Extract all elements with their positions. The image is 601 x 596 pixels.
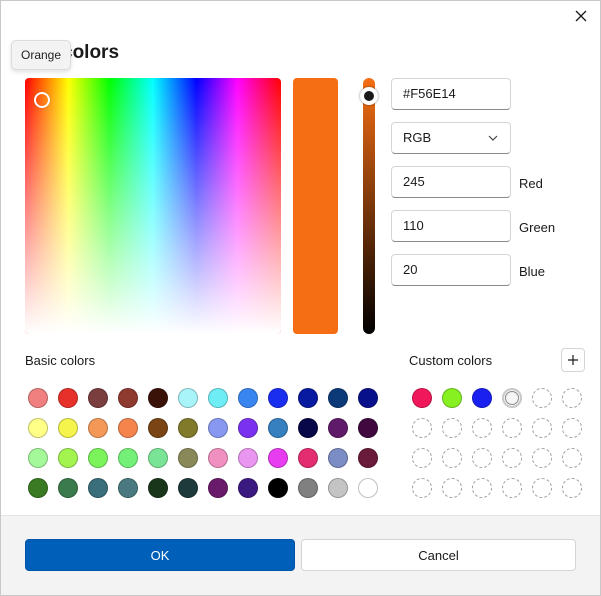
value-slider[interactable] (363, 78, 375, 334)
green-input[interactable]: 110 (391, 210, 511, 242)
custom-color-slot-selected[interactable] (502, 388, 522, 408)
basic-color-swatch[interactable] (58, 388, 78, 408)
basic-color-swatch[interactable] (238, 478, 258, 498)
custom-colors-label: Custom colors (409, 353, 493, 368)
spectrum-selector-handle[interactable] (34, 92, 50, 108)
basic-color-swatch[interactable] (298, 478, 318, 498)
basic-color-swatch[interactable] (88, 478, 108, 498)
basic-color-swatch[interactable] (298, 388, 318, 408)
basic-color-swatch[interactable] (178, 418, 198, 438)
custom-color-slot-empty[interactable] (562, 388, 582, 408)
basic-color-swatch[interactable] (208, 388, 228, 408)
basic-color-swatch[interactable] (238, 418, 258, 438)
hex-input[interactable]: #F56E14 (391, 78, 511, 110)
basic-color-swatch[interactable] (268, 478, 288, 498)
basic-color-swatch[interactable] (58, 448, 78, 468)
cancel-button[interactable]: Cancel (301, 539, 576, 571)
custom-color-slot-empty[interactable] (412, 478, 432, 498)
basic-color-swatch[interactable] (58, 478, 78, 498)
color-spectrum[interactable] (25, 78, 281, 334)
basic-color-swatch[interactable] (358, 418, 378, 438)
chevron-down-icon (488, 135, 498, 141)
close-icon (575, 10, 587, 22)
basic-color-swatch[interactable] (28, 448, 48, 468)
custom-color-slot-empty[interactable] (532, 418, 552, 438)
custom-color-slot-empty[interactable] (442, 448, 462, 468)
basic-color-swatch[interactable] (328, 388, 348, 408)
basic-color-swatch[interactable] (118, 448, 138, 468)
custom-color-swatch[interactable] (412, 388, 432, 408)
color-name-tooltip: Orange (11, 40, 72, 70)
basic-color-swatch[interactable] (358, 478, 378, 498)
basic-color-swatch[interactable] (28, 418, 48, 438)
custom-color-slot-empty[interactable] (412, 418, 432, 438)
add-custom-color-button[interactable] (561, 348, 585, 372)
basic-color-swatch[interactable] (268, 388, 288, 408)
basic-color-swatch[interactable] (298, 448, 318, 468)
basic-color-swatch[interactable] (88, 388, 108, 408)
basic-color-swatch[interactable] (358, 388, 378, 408)
color-mode-value: RGB (403, 130, 432, 145)
basic-color-swatch[interactable] (178, 448, 198, 468)
red-input[interactable]: 245 (391, 166, 511, 198)
basic-color-swatch[interactable] (208, 448, 228, 468)
basic-color-swatch[interactable] (148, 388, 168, 408)
basic-color-swatch[interactable] (118, 478, 138, 498)
basic-color-swatch[interactable] (358, 448, 378, 468)
basic-color-swatch[interactable] (328, 448, 348, 468)
basic-color-swatch[interactable] (58, 418, 78, 438)
basic-color-swatch[interactable] (208, 478, 228, 498)
basic-color-swatch[interactable] (148, 478, 168, 498)
custom-color-slot-empty[interactable] (412, 448, 432, 468)
custom-color-slot-empty[interactable] (562, 478, 582, 498)
red-label: Red (519, 176, 543, 191)
basic-color-swatch[interactable] (148, 448, 168, 468)
basic-color-swatch[interactable] (148, 418, 168, 438)
basic-colors-label: Basic colors (25, 353, 96, 368)
basic-color-swatch[interactable] (268, 448, 288, 468)
basic-color-swatch[interactable] (328, 478, 348, 498)
custom-color-slot-empty[interactable] (472, 478, 492, 498)
color-mode-select[interactable]: RGB (391, 122, 511, 154)
basic-color-swatch[interactable] (118, 388, 138, 408)
basic-color-swatch[interactable] (298, 418, 318, 438)
basic-color-swatch[interactable] (88, 448, 108, 468)
blue-label: Blue (519, 264, 546, 279)
value-slider-thumb[interactable] (360, 87, 378, 105)
custom-color-slot-empty[interactable] (532, 478, 552, 498)
custom-color-slot-empty[interactable] (502, 478, 522, 498)
custom-color-slot-empty[interactable] (502, 418, 522, 438)
basic-color-swatch[interactable] (238, 388, 258, 408)
green-label: Green (519, 220, 556, 235)
custom-color-swatch[interactable] (472, 388, 492, 408)
custom-color-slot-empty[interactable] (472, 418, 492, 438)
custom-color-slot-empty[interactable] (532, 448, 552, 468)
custom-color-slot-empty[interactable] (442, 478, 462, 498)
custom-color-slot-empty[interactable] (442, 418, 462, 438)
basic-color-swatch[interactable] (238, 448, 258, 468)
custom-color-slot-empty[interactable] (532, 388, 552, 408)
ok-button[interactable]: OK (25, 539, 295, 571)
close-button[interactable] (569, 4, 593, 28)
basic-color-swatch[interactable] (178, 388, 198, 408)
custom-color-slot-empty[interactable] (472, 448, 492, 468)
basic-color-swatch[interactable] (118, 418, 138, 438)
basic-color-swatch[interactable] (328, 418, 348, 438)
basic-color-swatch[interactable] (178, 478, 198, 498)
custom-color-slot-empty[interactable] (562, 418, 582, 438)
custom-color-slot-empty[interactable] (562, 448, 582, 468)
basic-color-swatch[interactable] (208, 418, 228, 438)
basic-color-swatch[interactable] (268, 418, 288, 438)
basic-color-swatch[interactable] (28, 388, 48, 408)
basic-color-swatch[interactable] (28, 478, 48, 498)
custom-color-slot-empty[interactable] (502, 448, 522, 468)
plus-icon (568, 355, 578, 365)
custom-color-swatch[interactable] (442, 388, 462, 408)
blue-input[interactable]: 20 (391, 254, 511, 286)
basic-color-swatch[interactable] (88, 418, 108, 438)
color-preview (293, 78, 338, 334)
